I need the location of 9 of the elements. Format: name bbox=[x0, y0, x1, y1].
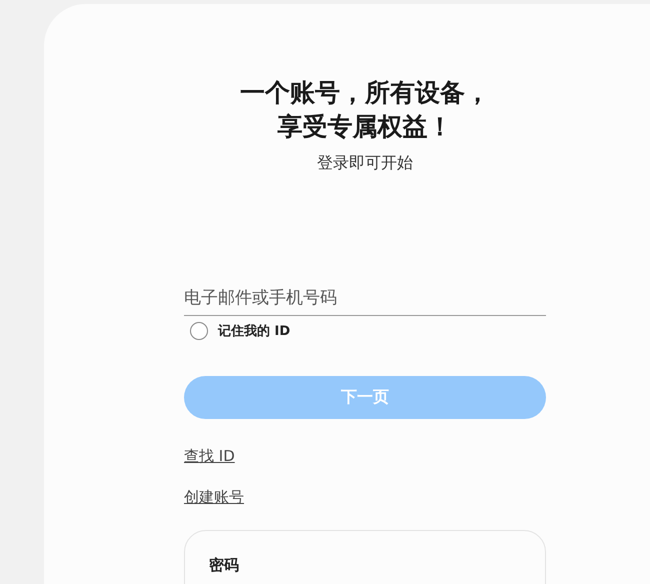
heading: 享受专属权益！ bbox=[278, 111, 452, 143]
heading: 一个账号，所有设备， bbox=[240, 77, 490, 109]
password-label: 密码 bbox=[209, 556, 239, 574]
checkbox-label: 记住我的 ID bbox=[218, 323, 290, 340]
checkbox[interactable] bbox=[190, 322, 208, 340]
link[interactable]: 查找 ID bbox=[184, 446, 235, 467]
link[interactable]: 创建账号 bbox=[184, 487, 244, 508]
subtitle: 登录即可开始 bbox=[317, 153, 413, 174]
input-field[interactable]: 电子邮件或手机号码 bbox=[184, 284, 546, 316]
